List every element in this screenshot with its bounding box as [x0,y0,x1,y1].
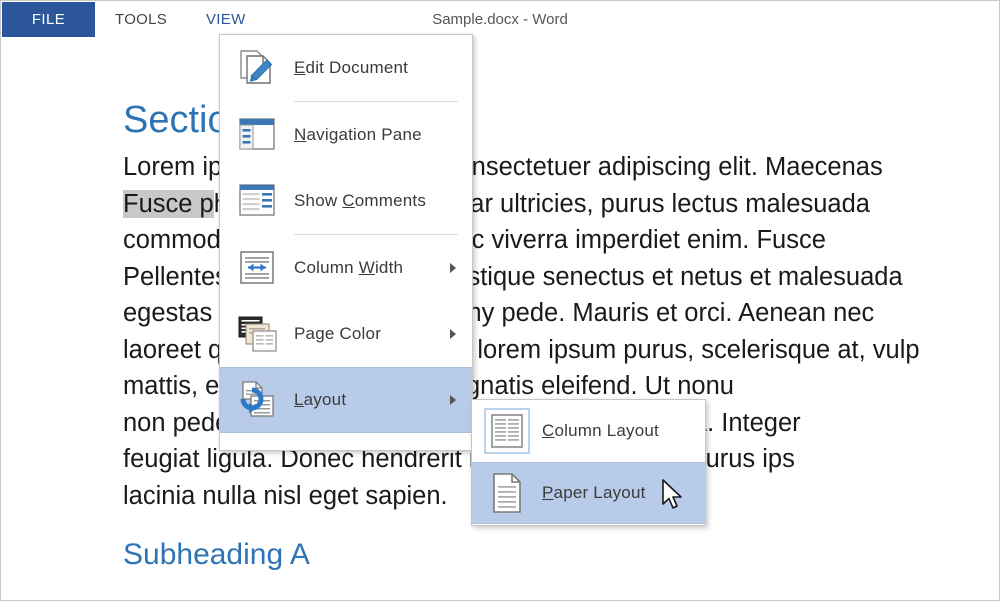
column-layout-icon [472,407,542,455]
menu-item-edit-document[interactable]: Edit Document [220,35,472,101]
menu-item-label: Edit Document [294,58,409,77]
tab-file[interactable]: FILE [2,2,95,37]
submenu-item-label: Paper Layout [542,483,646,502]
menu-item-label: Layout [294,390,347,409]
menu-item-label: Column Width [294,258,404,277]
column-width-icon [220,249,294,287]
show-comments-icon [220,182,294,220]
chevron-right-icon [450,329,456,339]
edit-document-icon [220,47,294,89]
document-subheading: Subheading A [123,538,310,571]
chevron-right-icon [450,263,456,273]
menu-item-column-width[interactable]: Column Width [220,235,472,301]
menu-item-label: Show Comments [294,191,427,210]
layout-icon [220,379,294,421]
navigation-pane-icon [220,116,294,154]
word-window: Sample.docx - Word FILE TOOLS VIEW Secti… [0,0,1000,601]
page-color-icon [220,314,294,354]
submenu-item-paper-layout[interactable]: Paper Layout [472,462,705,524]
menu-item-layout[interactable]: Layout [220,367,472,433]
submenu-item-label: Column Layout [542,421,659,440]
menu-item-label: Navigation Pane [294,125,422,144]
view-dropdown-menu[interactable]: Edit Document Navigation Pane Show Comme… [219,34,473,451]
tab-tools[interactable]: TOOLS [115,2,167,37]
menu-item-navigation-pane[interactable]: Navigation Pane [220,102,472,168]
menu-item-label: Page Color [294,324,382,343]
paper-layout-icon [472,470,542,516]
tab-view[interactable]: VIEW [206,2,246,37]
layout-submenu[interactable]: Column Layout Paper Layout [471,399,706,526]
title-bar: Sample.docx - Word FILE TOOLS VIEW [1,1,999,37]
chevron-right-icon [450,395,456,405]
submenu-item-column-layout[interactable]: Column Layout [472,400,705,462]
menu-item-page-color[interactable]: Page Color [220,301,472,367]
menu-item-show-comments[interactable]: Show Comments [220,168,472,234]
text-selection: Fusce p [123,189,214,218]
